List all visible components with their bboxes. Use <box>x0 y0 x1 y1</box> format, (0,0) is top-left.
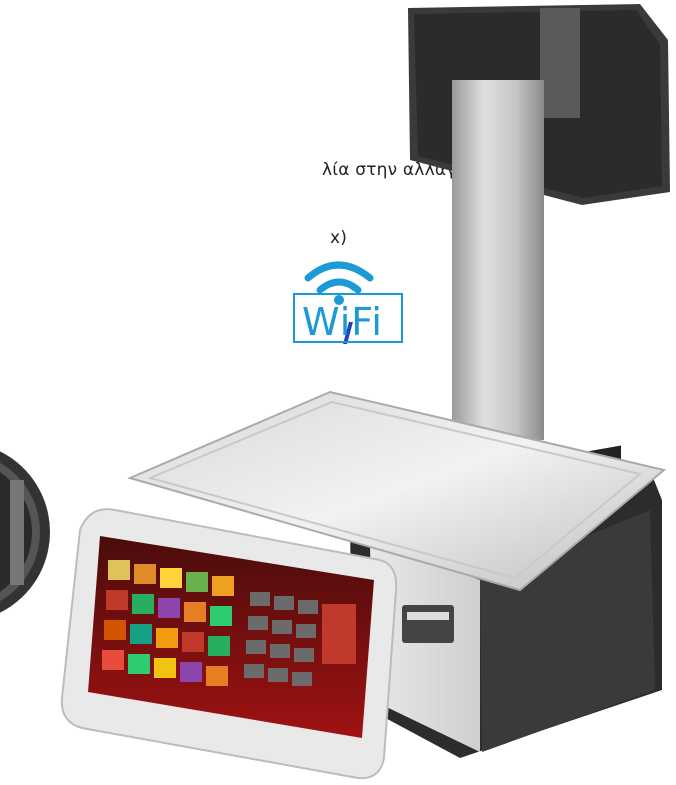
printer-slot-icon <box>402 605 454 643</box>
pole <box>452 80 544 440</box>
wifi-label: WiFi <box>302 300 383 344</box>
pos-scale-illustration <box>60 4 670 780</box>
touchscreen-terminal <box>60 508 398 780</box>
